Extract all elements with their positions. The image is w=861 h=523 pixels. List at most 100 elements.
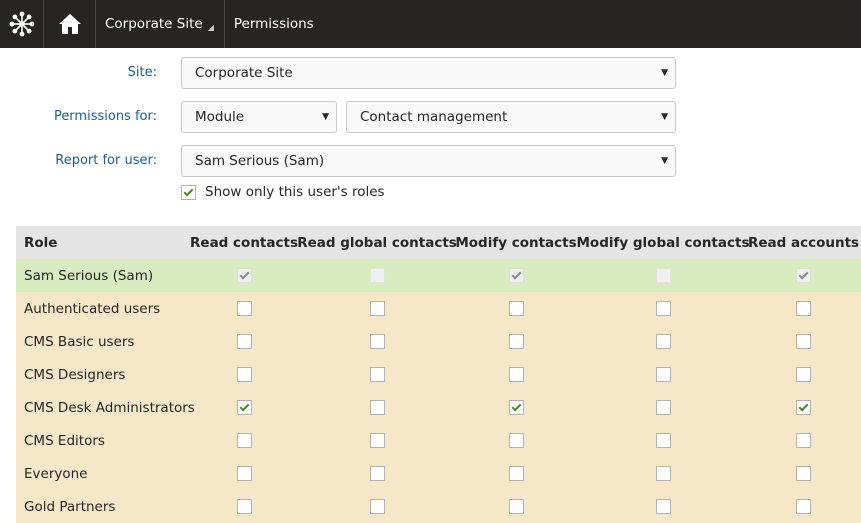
permission-matrix: Role Read contacts Read global contacts …: [16, 226, 861, 523]
table-row: Sam Serious (Sam): [16, 259, 861, 292]
caret-down-icon: ◢: [207, 22, 214, 32]
permission-cell: [456, 466, 576, 481]
permission-checkbox[interactable]: [655, 466, 671, 481]
permission-checkbox[interactable]: [236, 466, 252, 481]
permission-checkbox[interactable]: [655, 400, 671, 415]
permission-type-value: Module: [195, 109, 245, 125]
permission-checkbox[interactable]: [236, 367, 252, 382]
permission-checkbox[interactable]: [508, 466, 524, 481]
permission-checkbox[interactable]: [796, 367, 811, 382]
app-logo-icon[interactable]: [0, 0, 44, 48]
permission-checkbox[interactable]: [796, 433, 811, 448]
permission-cell: [190, 499, 298, 514]
permission-cell: [298, 400, 456, 415]
permission-checkbox[interactable]: [655, 367, 671, 382]
permission-checkbox[interactable]: [236, 301, 252, 316]
permission-checkbox[interactable]: [236, 400, 252, 415]
column-header-read-global-contacts: Read global contacts: [297, 234, 457, 251]
column-header-modify-global-contacts: Modify global contacts: [576, 234, 750, 251]
permission-checkbox[interactable]: [236, 433, 252, 448]
permissions-for-row: Permissions for: Module ▼ Contact manage…: [0, 101, 861, 133]
application-title: Permissions: [225, 0, 324, 48]
permission-cell: [298, 268, 456, 283]
site-select[interactable]: Corporate Site ▼: [181, 57, 676, 89]
permission-cell: [190, 301, 298, 316]
permission-cell: [750, 400, 857, 415]
permission-checkbox[interactable]: [655, 433, 671, 448]
role-name-cell: CMS Desk Administrators: [24, 399, 195, 416]
site-select-value: Corporate Site: [195, 65, 293, 81]
table-row: Everyone: [16, 457, 861, 490]
permission-checkbox[interactable]: [508, 499, 524, 514]
column-header-read-contacts: Read contacts: [190, 234, 298, 251]
permission-cell: [750, 301, 857, 316]
permission-cell: [456, 367, 576, 382]
permission-cell: [298, 334, 456, 349]
permission-checkbox[interactable]: [508, 367, 524, 382]
column-header-role: Role: [24, 234, 58, 251]
module-select[interactable]: Contact management ▼: [346, 101, 676, 133]
permission-checkbox[interactable]: [369, 367, 385, 382]
permission-cell: [750, 367, 857, 382]
module-select-value: Contact management: [360, 109, 508, 125]
permission-cell: [190, 367, 298, 382]
user-select[interactable]: Sam Serious (Sam) ▼: [181, 145, 676, 177]
permission-cell: [456, 499, 576, 514]
role-name-cell: CMS Editors: [24, 432, 105, 449]
show-only-checkbox[interactable]: [181, 184, 196, 200]
permission-cell: [298, 499, 456, 514]
permission-checkbox[interactable]: [369, 400, 385, 415]
permission-checkbox: [796, 268, 811, 283]
dropdown-arrow-icon: ▼: [661, 112, 668, 122]
permission-checkbox[interactable]: [796, 400, 811, 415]
role-name-cell: Authenticated users: [24, 300, 161, 317]
site-selector-button[interactable]: Corporate Site ◢: [96, 0, 225, 48]
permission-checkbox[interactable]: [508, 400, 524, 415]
permission-checkbox[interactable]: [796, 301, 811, 316]
table-body: Sam Serious (Sam) Authenticated users CMS …: [16, 259, 861, 523]
permission-checkbox[interactable]: [508, 301, 524, 316]
table-header: Role Read contacts Read global contacts …: [16, 226, 861, 259]
role-name-cell: Sam Serious (Sam): [24, 267, 154, 284]
permission-checkbox[interactable]: [369, 334, 385, 349]
permission-checkbox[interactable]: [508, 433, 524, 448]
permission-checkbox[interactable]: [369, 466, 385, 481]
site-row: Site: Corporate Site ▼: [0, 57, 861, 89]
permission-type-select[interactable]: Module ▼: [181, 101, 337, 133]
role-name-cell: Everyone: [24, 465, 88, 482]
site-selector-label: Corporate Site: [105, 16, 203, 32]
permission-checkbox[interactable]: [369, 433, 385, 448]
permission-cell: [298, 301, 456, 316]
dropdown-arrow-icon: ▼: [661, 156, 668, 166]
table-row: CMS Designers: [16, 358, 861, 391]
dropdown-arrow-icon: ▼: [322, 112, 329, 122]
permission-checkbox[interactable]: [655, 499, 671, 514]
permission-cell: [456, 433, 576, 448]
table-row: CMS Basic users: [16, 325, 861, 358]
permission-cell: [298, 367, 456, 382]
permission-cell: [190, 268, 298, 283]
permission-checkbox: [655, 268, 671, 283]
permission-checkbox[interactable]: [369, 499, 385, 514]
permission-checkbox[interactable]: [796, 334, 811, 349]
permission-cell: [190, 334, 298, 349]
dropdown-arrow-icon: ▼: [661, 68, 668, 78]
permission-checkbox: [369, 268, 385, 283]
home-icon[interactable]: [44, 0, 96, 48]
permission-cell: [750, 499, 857, 514]
permission-cell: [576, 499, 750, 514]
permission-checkbox[interactable]: [369, 301, 385, 316]
role-name-cell: Gold Partners: [24, 498, 116, 515]
permission-checkbox[interactable]: [796, 466, 811, 481]
permission-cell: [456, 334, 576, 349]
permission-checkbox[interactable]: [236, 334, 252, 349]
permission-cell: [576, 334, 750, 349]
permission-checkbox[interactable]: [796, 499, 811, 514]
permission-checkbox[interactable]: [236, 499, 252, 514]
permission-checkbox[interactable]: [508, 334, 524, 349]
permission-checkbox[interactable]: [655, 334, 671, 349]
permission-checkbox[interactable]: [655, 301, 671, 316]
table-row: Authenticated users: [16, 292, 861, 325]
show-only-user-roles[interactable]: Show only this user's roles: [181, 183, 385, 201]
column-header-read-accounts: Read accounts: [747, 234, 860, 251]
